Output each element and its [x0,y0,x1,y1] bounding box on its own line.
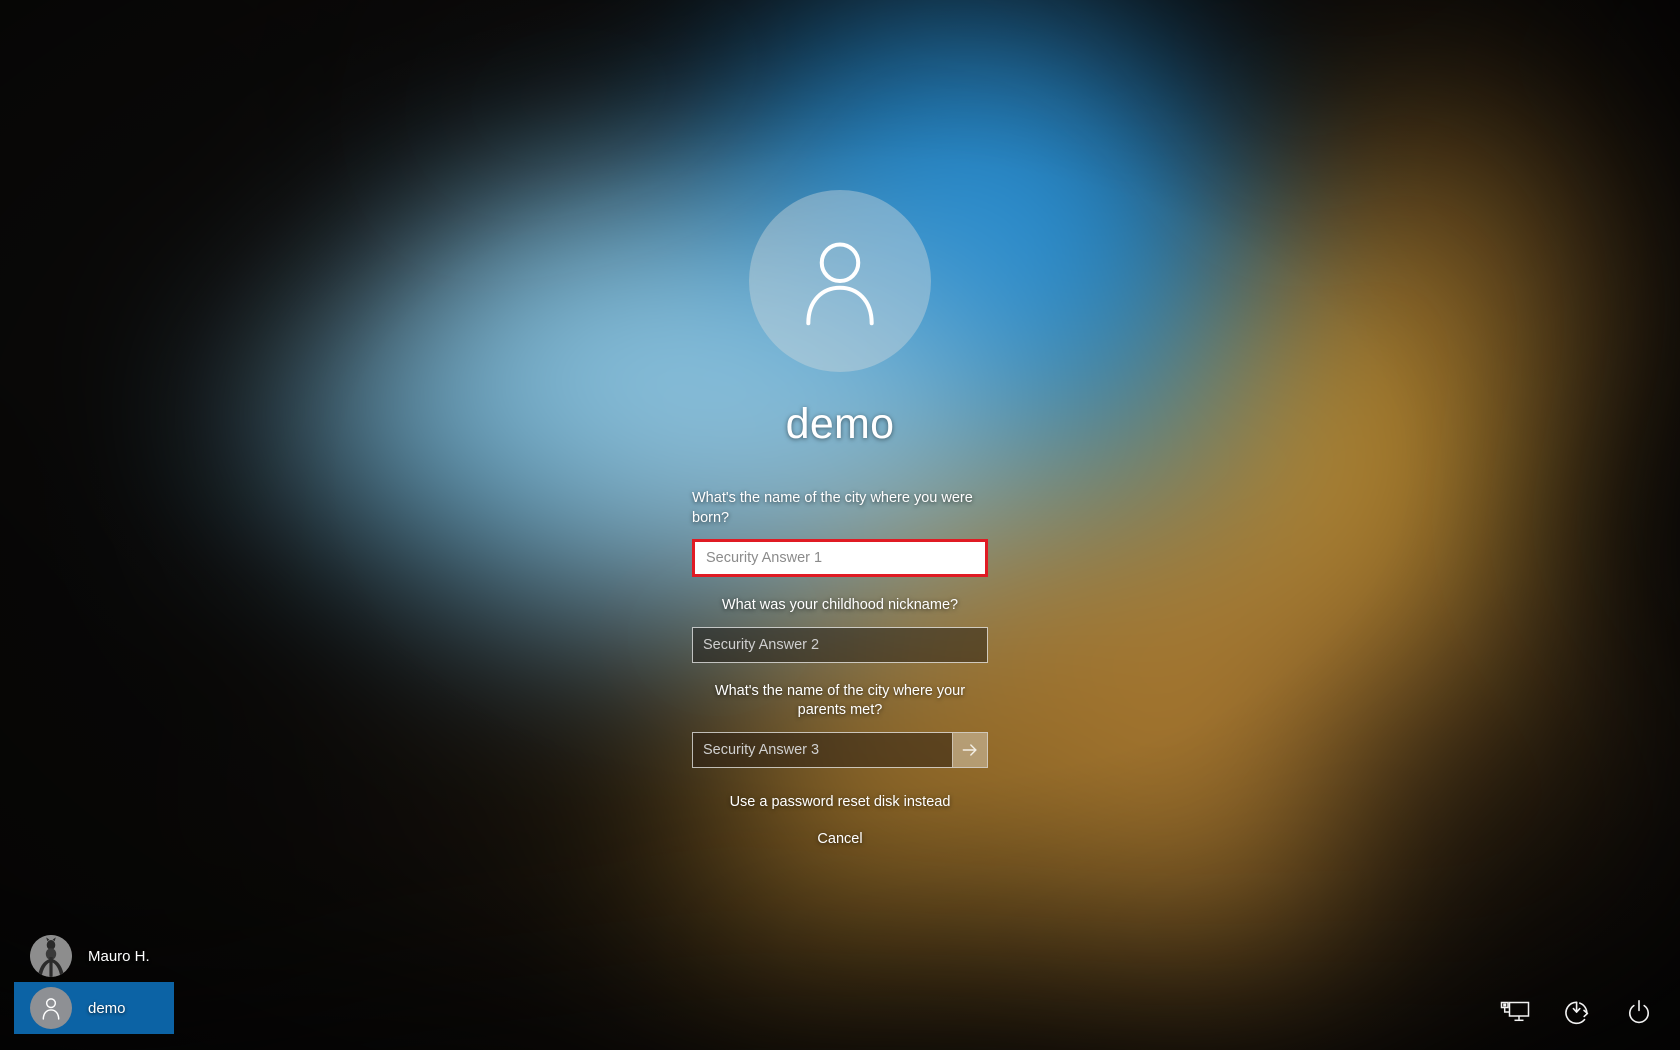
user-photo-avatar [30,935,72,977]
security-answer-1-input[interactable] [695,542,985,575]
security-questions-form: What's the name of the city where you we… [692,489,988,847]
arrow-right-icon [960,740,980,760]
ease-of-access-button[interactable] [1558,994,1596,1032]
security-answer-1-field[interactable] [692,539,988,578]
user-list-item-label: demo [88,999,126,1017]
person-icon [792,233,888,329]
submit-button[interactable] [952,732,987,767]
security-question-3-label: What's the name of the city where your p… [714,682,966,719]
security-question-2-label: What was your childhood nickname? [721,597,959,614]
user-switcher-list: Mauro H. demo [14,930,174,1034]
user-list-item-label: Mauro H. [88,947,150,965]
network-button[interactable] [1496,994,1534,1032]
power-icon [1624,999,1654,1027]
lock-screen: demo What's the name of the city where y… [0,0,1680,1050]
system-actions-bar [1496,994,1658,1032]
account-display-name: demo [785,400,895,448]
security-question-1-label: What's the name of the city where you we… [692,490,973,526]
power-button[interactable] [1620,994,1658,1032]
security-answer-3-field[interactable] [692,731,988,768]
security-answer-2-input[interactable] [693,627,987,662]
use-password-reset-disk-link[interactable]: Use a password reset disk instead [730,794,951,810]
account-avatar [749,190,931,372]
security-answer-3-input[interactable] [693,732,952,767]
network-monitor-icon [1500,999,1530,1027]
login-panel: demo What's the name of the city where y… [0,190,1680,847]
cancel-link[interactable]: Cancel [817,831,862,847]
ease-of-access-icon [1562,999,1592,1027]
security-answer-2-field[interactable] [692,626,988,663]
person-icon [30,987,72,1029]
user-list-item-demo[interactable]: demo [14,982,174,1034]
user-list-item-mauro[interactable]: Mauro H. [14,930,174,982]
